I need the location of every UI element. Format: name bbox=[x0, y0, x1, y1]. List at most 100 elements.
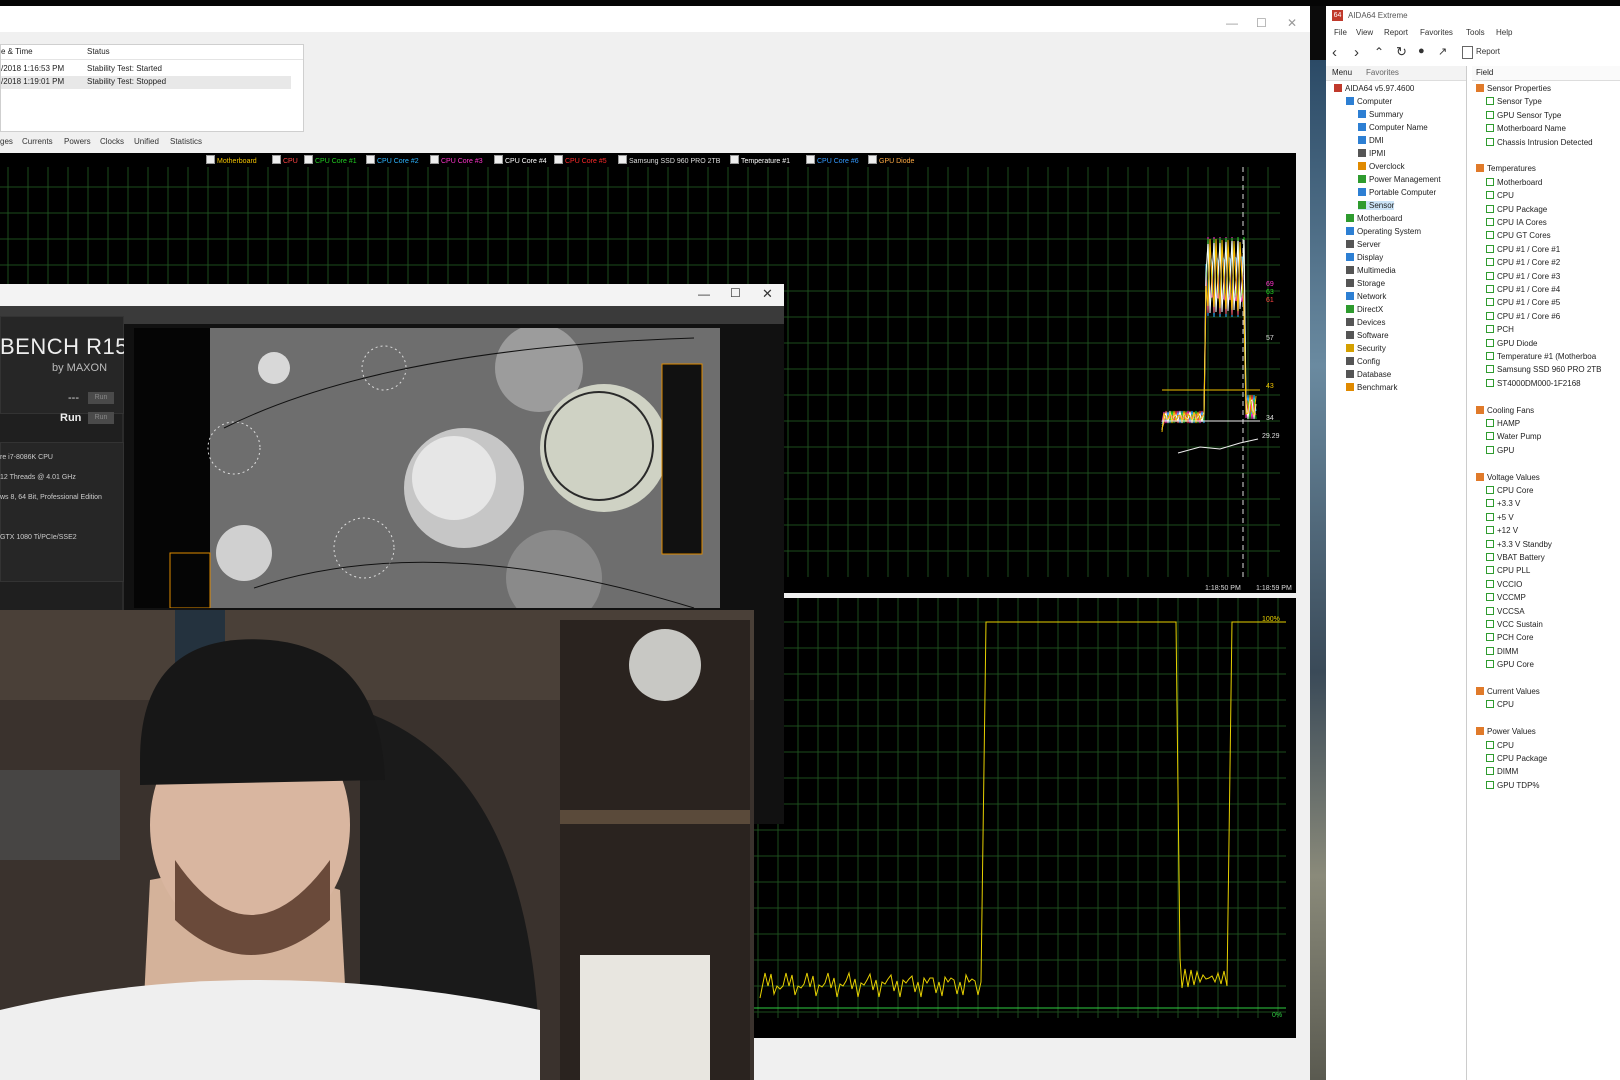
field-group[interactable]: Voltage Values bbox=[1476, 472, 1540, 482]
tree-item[interactable]: Security bbox=[1346, 344, 1386, 353]
field-item[interactable]: CPU #1 / Core #2 bbox=[1486, 258, 1560, 267]
tree-item[interactable]: Summary bbox=[1358, 110, 1403, 119]
field-item[interactable]: GPU bbox=[1486, 445, 1514, 455]
tree-item[interactable]: Multimedia bbox=[1346, 266, 1396, 275]
field-item[interactable]: VBAT Battery bbox=[1486, 553, 1545, 562]
tree-item[interactable]: AIDA64 v5.97.4600 bbox=[1334, 84, 1414, 93]
field-item[interactable]: VCCIO bbox=[1486, 579, 1522, 589]
field-item[interactable]: CPU PLL bbox=[1486, 566, 1530, 575]
tab-temperatures[interactable]: ges bbox=[0, 137, 13, 146]
field-item[interactable]: +12 V bbox=[1486, 526, 1518, 535]
legend-item[interactable]: Samsung SSD 960 PRO 2TB bbox=[618, 155, 720, 165]
field-item[interactable]: PCH bbox=[1486, 325, 1514, 334]
maximize-button[interactable]: ☐ bbox=[730, 286, 741, 300]
tree-item[interactable]: Software bbox=[1346, 331, 1389, 340]
up-icon[interactable]: ⌃ bbox=[1374, 45, 1384, 59]
legend-item[interactable]: CPU Core #5 bbox=[554, 155, 607, 165]
field-item[interactable]: GPU Sensor Type bbox=[1486, 110, 1561, 120]
field-item[interactable]: CPU bbox=[1486, 740, 1514, 750]
field-item[interactable]: VCCMP bbox=[1486, 593, 1526, 602]
legend-checkbox[interactable] bbox=[366, 155, 375, 164]
field-item[interactable]: GPU TDP% bbox=[1486, 780, 1540, 790]
tree-item[interactable]: Network bbox=[1346, 292, 1386, 301]
legend-item[interactable]: Motherboard bbox=[206, 155, 257, 165]
field-group[interactable]: Current Values bbox=[1476, 687, 1540, 696]
field-item[interactable]: Motherboard Name bbox=[1486, 124, 1566, 133]
field-group[interactable]: Sensor Properties bbox=[1476, 84, 1551, 93]
log-col-time[interactable]: e & Time bbox=[1, 47, 33, 56]
field-item[interactable]: CPU Package bbox=[1486, 204, 1547, 214]
field-item[interactable]: +5 V bbox=[1486, 512, 1514, 522]
run-cpu-button[interactable]: Run bbox=[88, 412, 114, 424]
field-item[interactable]: CPU #1 / Core #6 bbox=[1486, 311, 1560, 321]
field-item[interactable]: CPU #1 / Core #1 bbox=[1486, 244, 1560, 254]
menu-favorites[interactable]: Favorites bbox=[1420, 28, 1453, 37]
log-row[interactable]: /2018 1:16:53 PM Stability Test: Started bbox=[1, 63, 303, 76]
log-col-status[interactable]: Status bbox=[87, 47, 110, 56]
field-item[interactable]: CPU Package bbox=[1486, 754, 1547, 763]
tree-item[interactable]: Server bbox=[1346, 240, 1381, 249]
legend-checkbox[interactable] bbox=[430, 155, 439, 164]
tree-item[interactable]: Computer Name bbox=[1358, 123, 1428, 132]
field-item[interactable]: HAMP bbox=[1486, 419, 1520, 428]
tree-item[interactable]: Sensor bbox=[1358, 201, 1395, 210]
back-icon[interactable]: ‹ bbox=[1332, 44, 1337, 61]
field-item[interactable]: CPU IA Cores bbox=[1486, 218, 1547, 227]
field-item[interactable]: GPU Core bbox=[1486, 660, 1534, 669]
tree-item[interactable]: Storage bbox=[1346, 279, 1385, 288]
field-header[interactable]: Field bbox=[1476, 68, 1493, 77]
legend-checkbox[interactable] bbox=[494, 155, 503, 164]
field-item[interactable]: CPU bbox=[1486, 700, 1514, 709]
field-item[interactable]: GPU Diode bbox=[1486, 338, 1537, 348]
legend-item[interactable]: CPU Core #3 bbox=[430, 155, 483, 165]
menu-help[interactable]: Help bbox=[1496, 28, 1512, 37]
legend-item[interactable]: Temperature #1 bbox=[730, 155, 790, 165]
chart-icon[interactable]: ↗ bbox=[1438, 45, 1447, 58]
field-group[interactable]: Cooling Fans bbox=[1476, 405, 1534, 415]
field-item[interactable]: DIMM bbox=[1486, 646, 1518, 656]
tree-item[interactable]: Operating System bbox=[1346, 227, 1421, 236]
legend-item[interactable]: CPU Core #4 bbox=[494, 155, 547, 165]
tree-item[interactable]: DMI bbox=[1358, 136, 1384, 145]
field-item[interactable]: VCCSA bbox=[1486, 606, 1525, 616]
field-item[interactable]: Motherboard bbox=[1486, 177, 1542, 187]
legend-checkbox[interactable] bbox=[868, 155, 877, 164]
field-item[interactable]: Chassis Intrusion Detected bbox=[1486, 137, 1593, 147]
report-button[interactable]: Report bbox=[1476, 47, 1500, 56]
legend-item[interactable]: CPU Core #2 bbox=[366, 155, 419, 165]
legend-checkbox[interactable] bbox=[618, 155, 627, 164]
minimize-button[interactable]: — bbox=[698, 287, 710, 301]
tree-item[interactable]: DirectX bbox=[1346, 305, 1383, 314]
run-opengl-button[interactable]: Run bbox=[88, 392, 114, 404]
field-item[interactable]: Samsung SSD 960 PRO 2TB bbox=[1486, 365, 1602, 374]
forward-icon[interactable]: › bbox=[1354, 44, 1359, 61]
legend-checkbox[interactable] bbox=[806, 155, 815, 164]
tree-item[interactable]: Portable Computer bbox=[1358, 188, 1436, 197]
field-item[interactable]: CPU #1 / Core #3 bbox=[1486, 271, 1560, 281]
tab-currents[interactable]: Currents bbox=[22, 137, 53, 146]
legend-item[interactable]: CPU bbox=[272, 155, 298, 165]
field-item[interactable]: CPU bbox=[1486, 191, 1514, 200]
legend-checkbox[interactable] bbox=[730, 155, 739, 164]
close-button[interactable]: ✕ bbox=[1287, 16, 1297, 30]
tree-item[interactable]: Devices bbox=[1346, 318, 1385, 327]
log-row-selected[interactable]: /2018 1:19:01 PM Stability Test: Stopped bbox=[1, 76, 291, 89]
legend-checkbox[interactable] bbox=[206, 155, 215, 164]
tree-item[interactable]: Database bbox=[1346, 370, 1391, 379]
field-item[interactable]: VCC Sustain bbox=[1486, 620, 1543, 629]
tree-item[interactable]: Overclock bbox=[1358, 162, 1405, 171]
legend-checkbox[interactable] bbox=[304, 155, 313, 164]
field-item[interactable]: +3.3 V bbox=[1486, 499, 1520, 508]
tab-menu[interactable]: Menu bbox=[1332, 68, 1352, 77]
tab-clocks[interactable]: Clocks bbox=[100, 137, 124, 146]
legend-checkbox[interactable] bbox=[554, 155, 563, 164]
field-group[interactable]: Power Values bbox=[1476, 727, 1536, 736]
field-item[interactable]: Temperature #1 (Motherboa bbox=[1486, 352, 1596, 361]
field-item[interactable]: PCH Core bbox=[1486, 633, 1533, 642]
tab-powers[interactable]: Powers bbox=[64, 137, 91, 146]
maximize-button[interactable]: ☐ bbox=[1256, 16, 1267, 30]
field-item[interactable]: CPU GT Cores bbox=[1486, 231, 1551, 240]
field-item[interactable]: ST4000DM000-1F2168 bbox=[1486, 378, 1581, 388]
field-item[interactable]: DIMM bbox=[1486, 767, 1518, 776]
field-item[interactable]: CPU #1 / Core #4 bbox=[1486, 285, 1560, 294]
